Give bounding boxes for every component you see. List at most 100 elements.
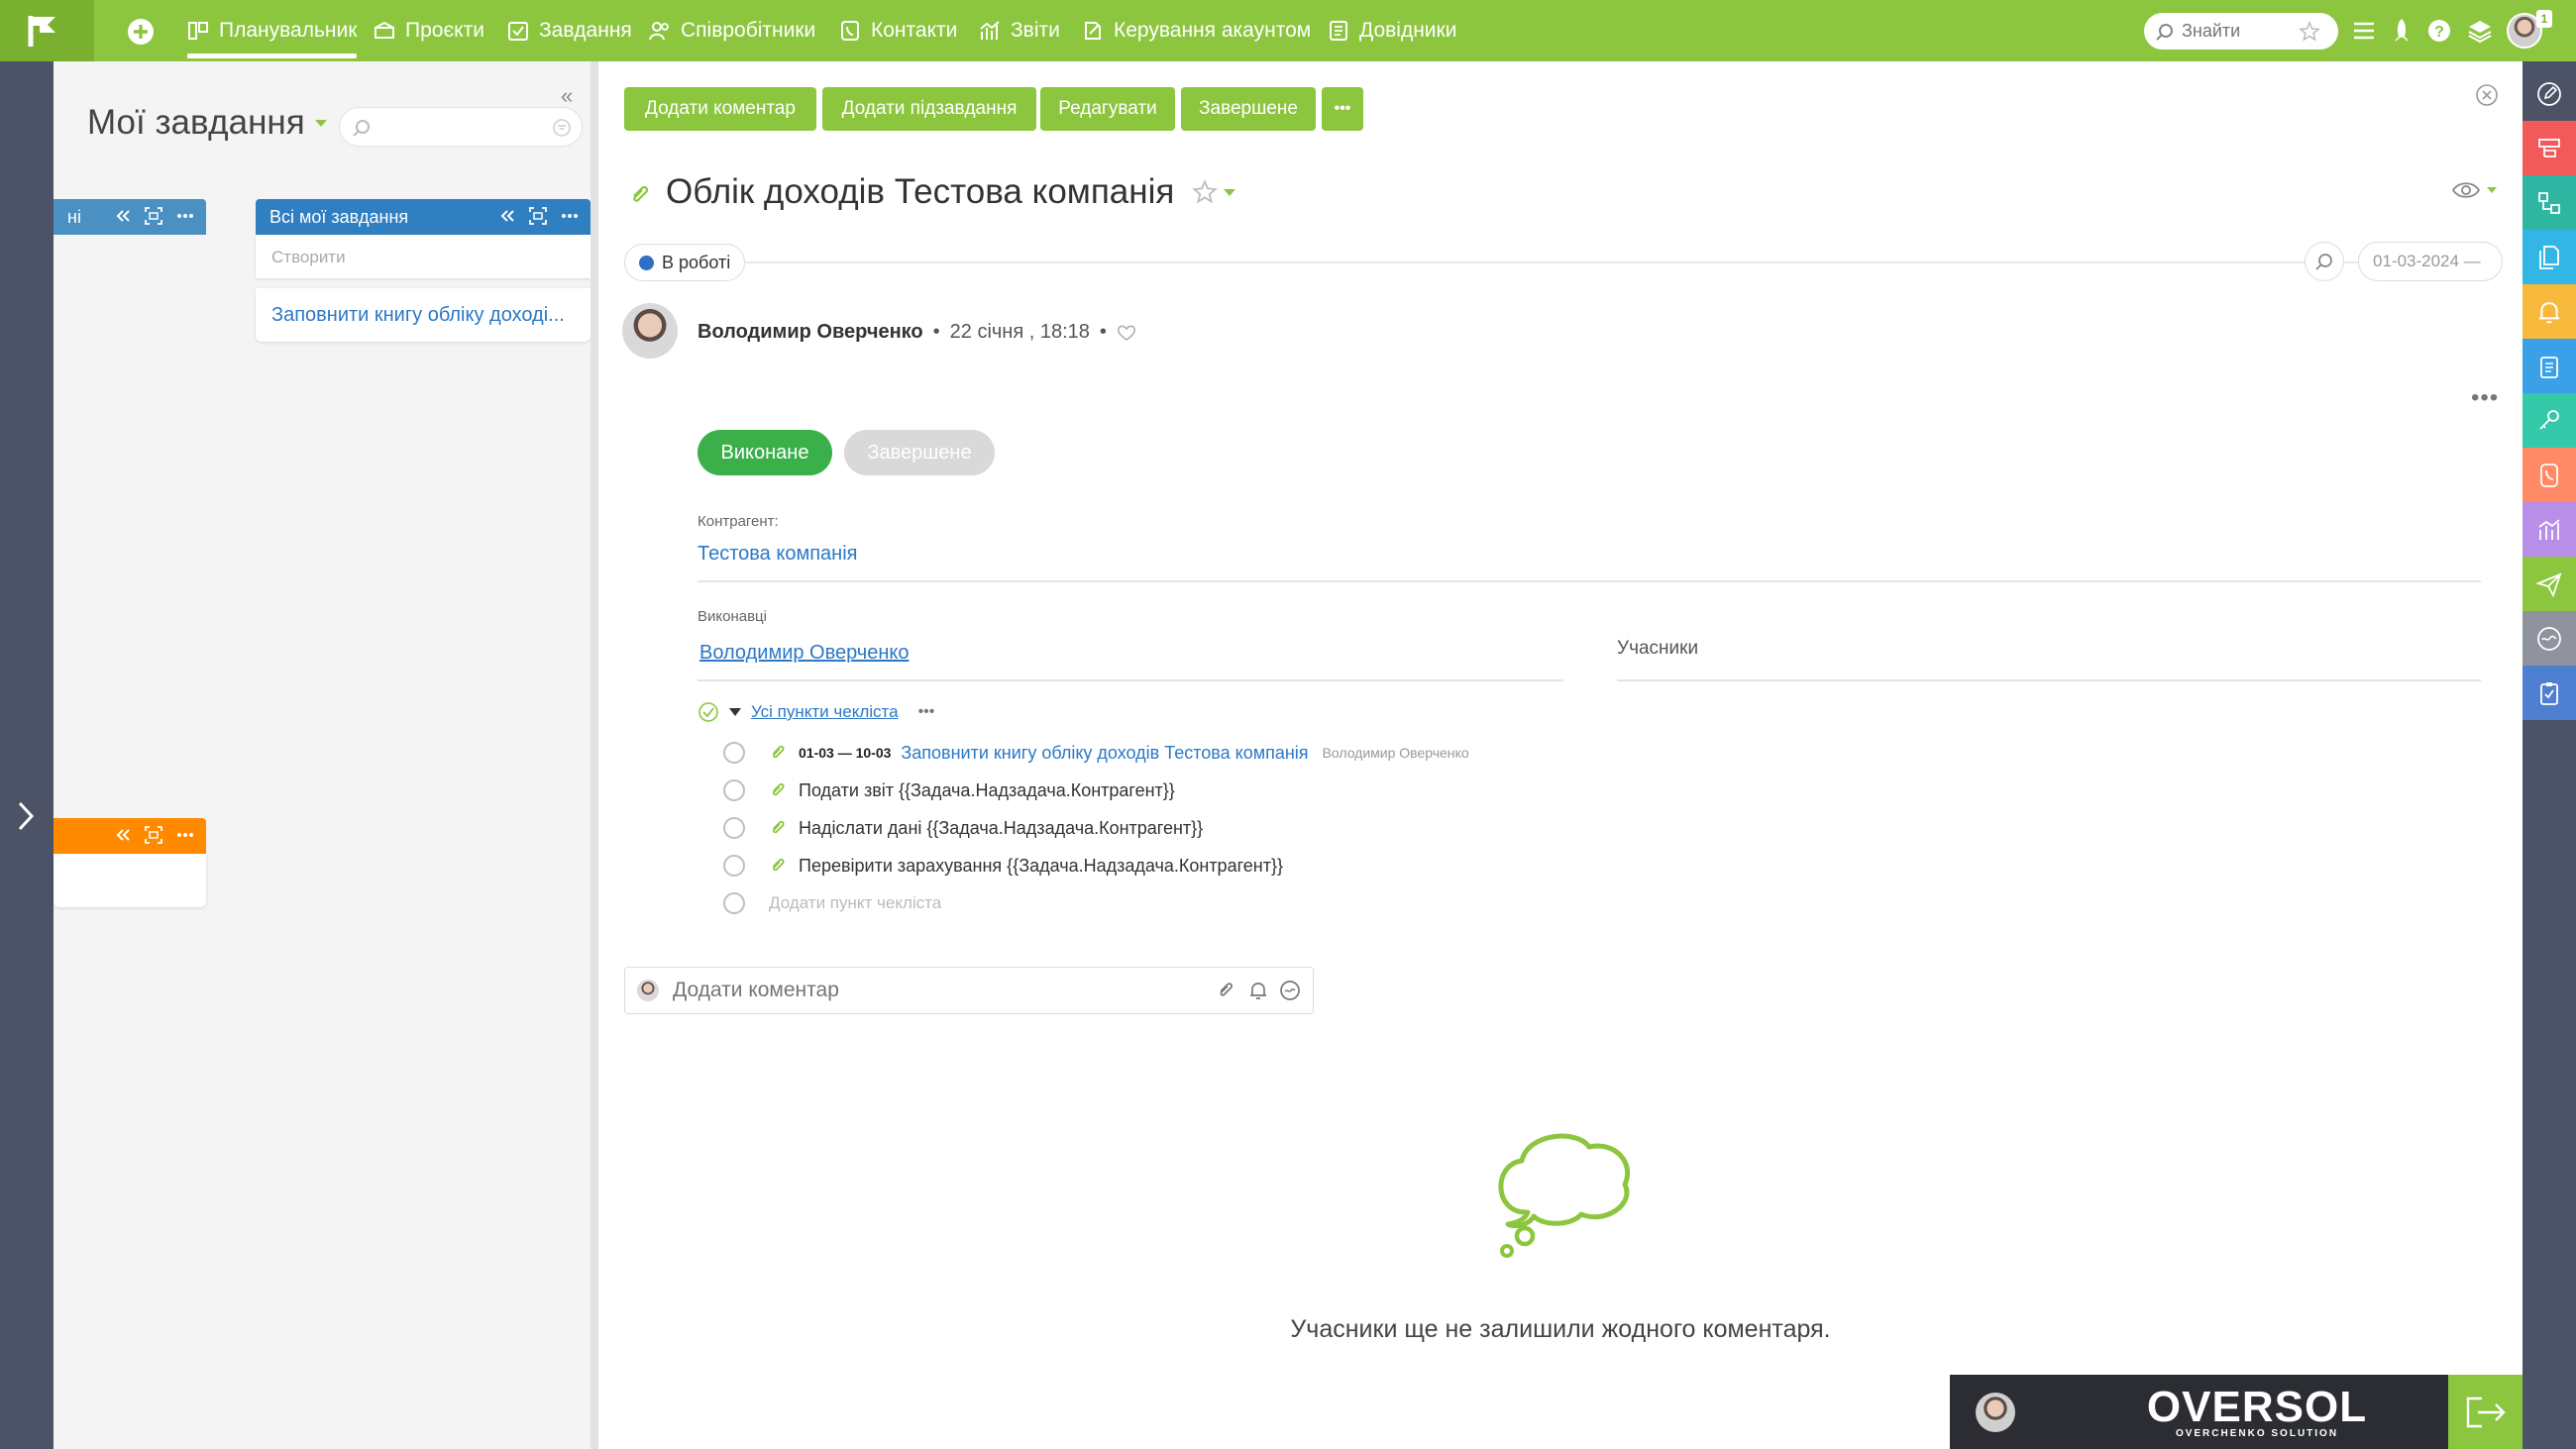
date-range-field[interactable]: 01-03-2024 —	[2358, 242, 2503, 281]
checkbox-circle[interactable]	[723, 855, 745, 877]
comment-input-box[interactable]	[624, 967, 1314, 1014]
nav-projects[interactable]: Проєкти	[374, 0, 484, 61]
paperclip-icon	[772, 782, 785, 796]
executors-label: Виконавці	[698, 608, 767, 625]
close-icon[interactable]	[2475, 83, 2499, 107]
author-name[interactable]: Володимир Оверченко	[698, 321, 923, 344]
executor-link[interactable]: Володимир Оверченко	[699, 642, 910, 665]
sidebar-item-key[interactable]	[2522, 393, 2576, 448]
checkbox-circle[interactable]	[723, 742, 745, 764]
column-header-all-tasks[interactable]: Всі мої завдання	[256, 199, 590, 235]
post-more-icon[interactable]: •••	[2471, 384, 2499, 412]
checklist-add-row[interactable]: Додати пункт чекліста	[723, 888, 941, 918]
caret-down-icon[interactable]	[1224, 188, 1236, 196]
heart-icon[interactable]	[1117, 324, 1136, 342]
more-dots-icon[interactable]	[561, 213, 579, 219]
separator-dot: •	[1099, 321, 1107, 343]
app-logo[interactable]	[0, 0, 94, 61]
logout-button[interactable]	[2448, 1375, 2522, 1449]
focus-icon[interactable]	[145, 207, 162, 225]
sidebar-item-structure[interactable]	[2522, 175, 2576, 230]
search-input[interactable]	[2182, 21, 2291, 42]
hamburger-menu-icon[interactable]	[2351, 18, 2377, 44]
sidebar-item-checklist[interactable]	[2522, 666, 2576, 720]
watch-toggle[interactable]	[2451, 180, 2497, 200]
chevron-right-icon[interactable]	[14, 799, 38, 833]
tasks-icon	[508, 22, 528, 41]
checklist-item[interactable]: Подати звіт {{Задача.Надзадача.Контраген…	[723, 776, 1175, 805]
add-plus-icon[interactable]	[126, 17, 156, 47]
more-actions-button[interactable]: •••	[1322, 87, 1363, 131]
participants-label[interactable]: Учасники	[1617, 638, 1698, 660]
sidebar-item-edit[interactable]	[2522, 66, 2576, 121]
column-header-partial[interactable]: ні	[54, 199, 206, 235]
key-icon	[2539, 409, 2559, 430]
panel-divider[interactable]	[590, 61, 598, 1449]
check-circle-icon[interactable]	[698, 701, 719, 723]
planner-search-input[interactable]	[339, 107, 583, 147]
checklist-all-link[interactable]: Усі пункти чекліста	[751, 702, 899, 722]
eye-icon	[2451, 182, 2481, 198]
comment-input[interactable]	[673, 979, 1202, 1002]
task-card[interactable]: Заповнити книгу обліку доході...	[256, 288, 590, 342]
search-icon	[2315, 254, 2332, 270]
help-icon[interactable]: ?	[2426, 18, 2452, 44]
contractor-link[interactable]: Тестова компанія	[698, 543, 857, 566]
sidebar-item-send[interactable]	[2522, 557, 2576, 611]
nav-contacts[interactable]: Контакти	[839, 0, 957, 61]
bell-icon[interactable]	[1247, 980, 1269, 1001]
rocket-icon[interactable]	[2389, 18, 2415, 44]
more-dots-icon[interactable]	[176, 832, 194, 838]
sidebar-item-wave[interactable]	[2522, 611, 2576, 666]
checklist-more-icon[interactable]: •••	[918, 703, 935, 721]
layers-icon[interactable]	[2467, 18, 2493, 44]
star-outline-icon[interactable]	[2299, 20, 2320, 43]
nav-account[interactable]: Керування акаунтом	[1082, 0, 1311, 61]
focus-icon[interactable]	[145, 826, 162, 844]
finished-status-button[interactable]: Завершене	[844, 430, 995, 475]
star-outline-icon[interactable]	[1192, 179, 1219, 205]
nav-employees[interactable]: Співробітники	[649, 0, 815, 61]
date-search-button[interactable]	[2305, 242, 2344, 281]
checkbox-circle[interactable]	[723, 779, 745, 801]
add-comment-button[interactable]: Додати коментар	[624, 87, 816, 131]
more-dots-icon[interactable]	[176, 213, 194, 219]
create-task-input[interactable]: Створити	[256, 235, 590, 278]
paperclip-icon	[772, 858, 785, 872]
nav-reports[interactable]: Звіти	[979, 0, 1060, 61]
add-subtask-button[interactable]: Додати підзавдання	[822, 87, 1036, 131]
nav-planner[interactable]: Планувальник	[187, 0, 358, 61]
column-header-partial-orange[interactable]	[54, 818, 206, 854]
checkbox-circle[interactable]	[723, 817, 745, 839]
collapse-column-icon[interactable]	[115, 828, 131, 842]
sidebar-item-clipboard[interactable]	[2522, 339, 2576, 393]
checklist-item[interactable]: 01-03 — 10-03 Заповнити книгу обліку дох…	[723, 738, 1469, 768]
done-button[interactable]: Виконане	[698, 430, 832, 475]
sidebar-item-notifications[interactable]	[2522, 284, 2576, 339]
checklist-item[interactable]: Перевірити зарахування {{Задача.Надзадач…	[723, 851, 1283, 880]
checklist-item[interactable]: Надіслати дані {{Задача.Надзадача.Контра…	[723, 813, 1203, 843]
filter-icon[interactable]	[552, 118, 572, 138]
global-search[interactable]	[2144, 13, 2338, 50]
attach-icon[interactable]	[1216, 980, 1237, 1001]
focus-icon[interactable]	[529, 207, 547, 225]
author-avatar[interactable]	[622, 303, 678, 359]
nav-tasks[interactable]: Завдання	[507, 0, 632, 61]
collapse-column-icon[interactable]	[499, 209, 515, 223]
collapse-panel-icon[interactable]: «	[561, 83, 573, 109]
finish-button[interactable]: Завершене	[1181, 87, 1316, 131]
nav-directories[interactable]: Довідники	[1328, 0, 1456, 61]
edit-button[interactable]: Редагувати	[1040, 87, 1175, 131]
contacts-icon	[841, 21, 859, 41]
emoji-icon[interactable]	[1279, 980, 1301, 1001]
empty-comments-text: Учасники ще не залишили жодного коментар…	[1290, 1315, 1831, 1343]
sidebar-item-phone[interactable]	[2522, 448, 2576, 502]
caret-down-icon[interactable]	[729, 708, 741, 716]
planner-title[interactable]: Мої завдання	[87, 103, 327, 143]
status-badge[interactable]: В роботі	[624, 244, 746, 281]
sidebar-item-boards[interactable]	[2522, 121, 2576, 175]
brand-name: OVERSOL	[2146, 1383, 2368, 1431]
sidebar-item-documents[interactable]	[2522, 230, 2576, 284]
sidebar-item-chart[interactable]	[2522, 502, 2576, 557]
collapse-column-icon[interactable]	[115, 209, 131, 223]
